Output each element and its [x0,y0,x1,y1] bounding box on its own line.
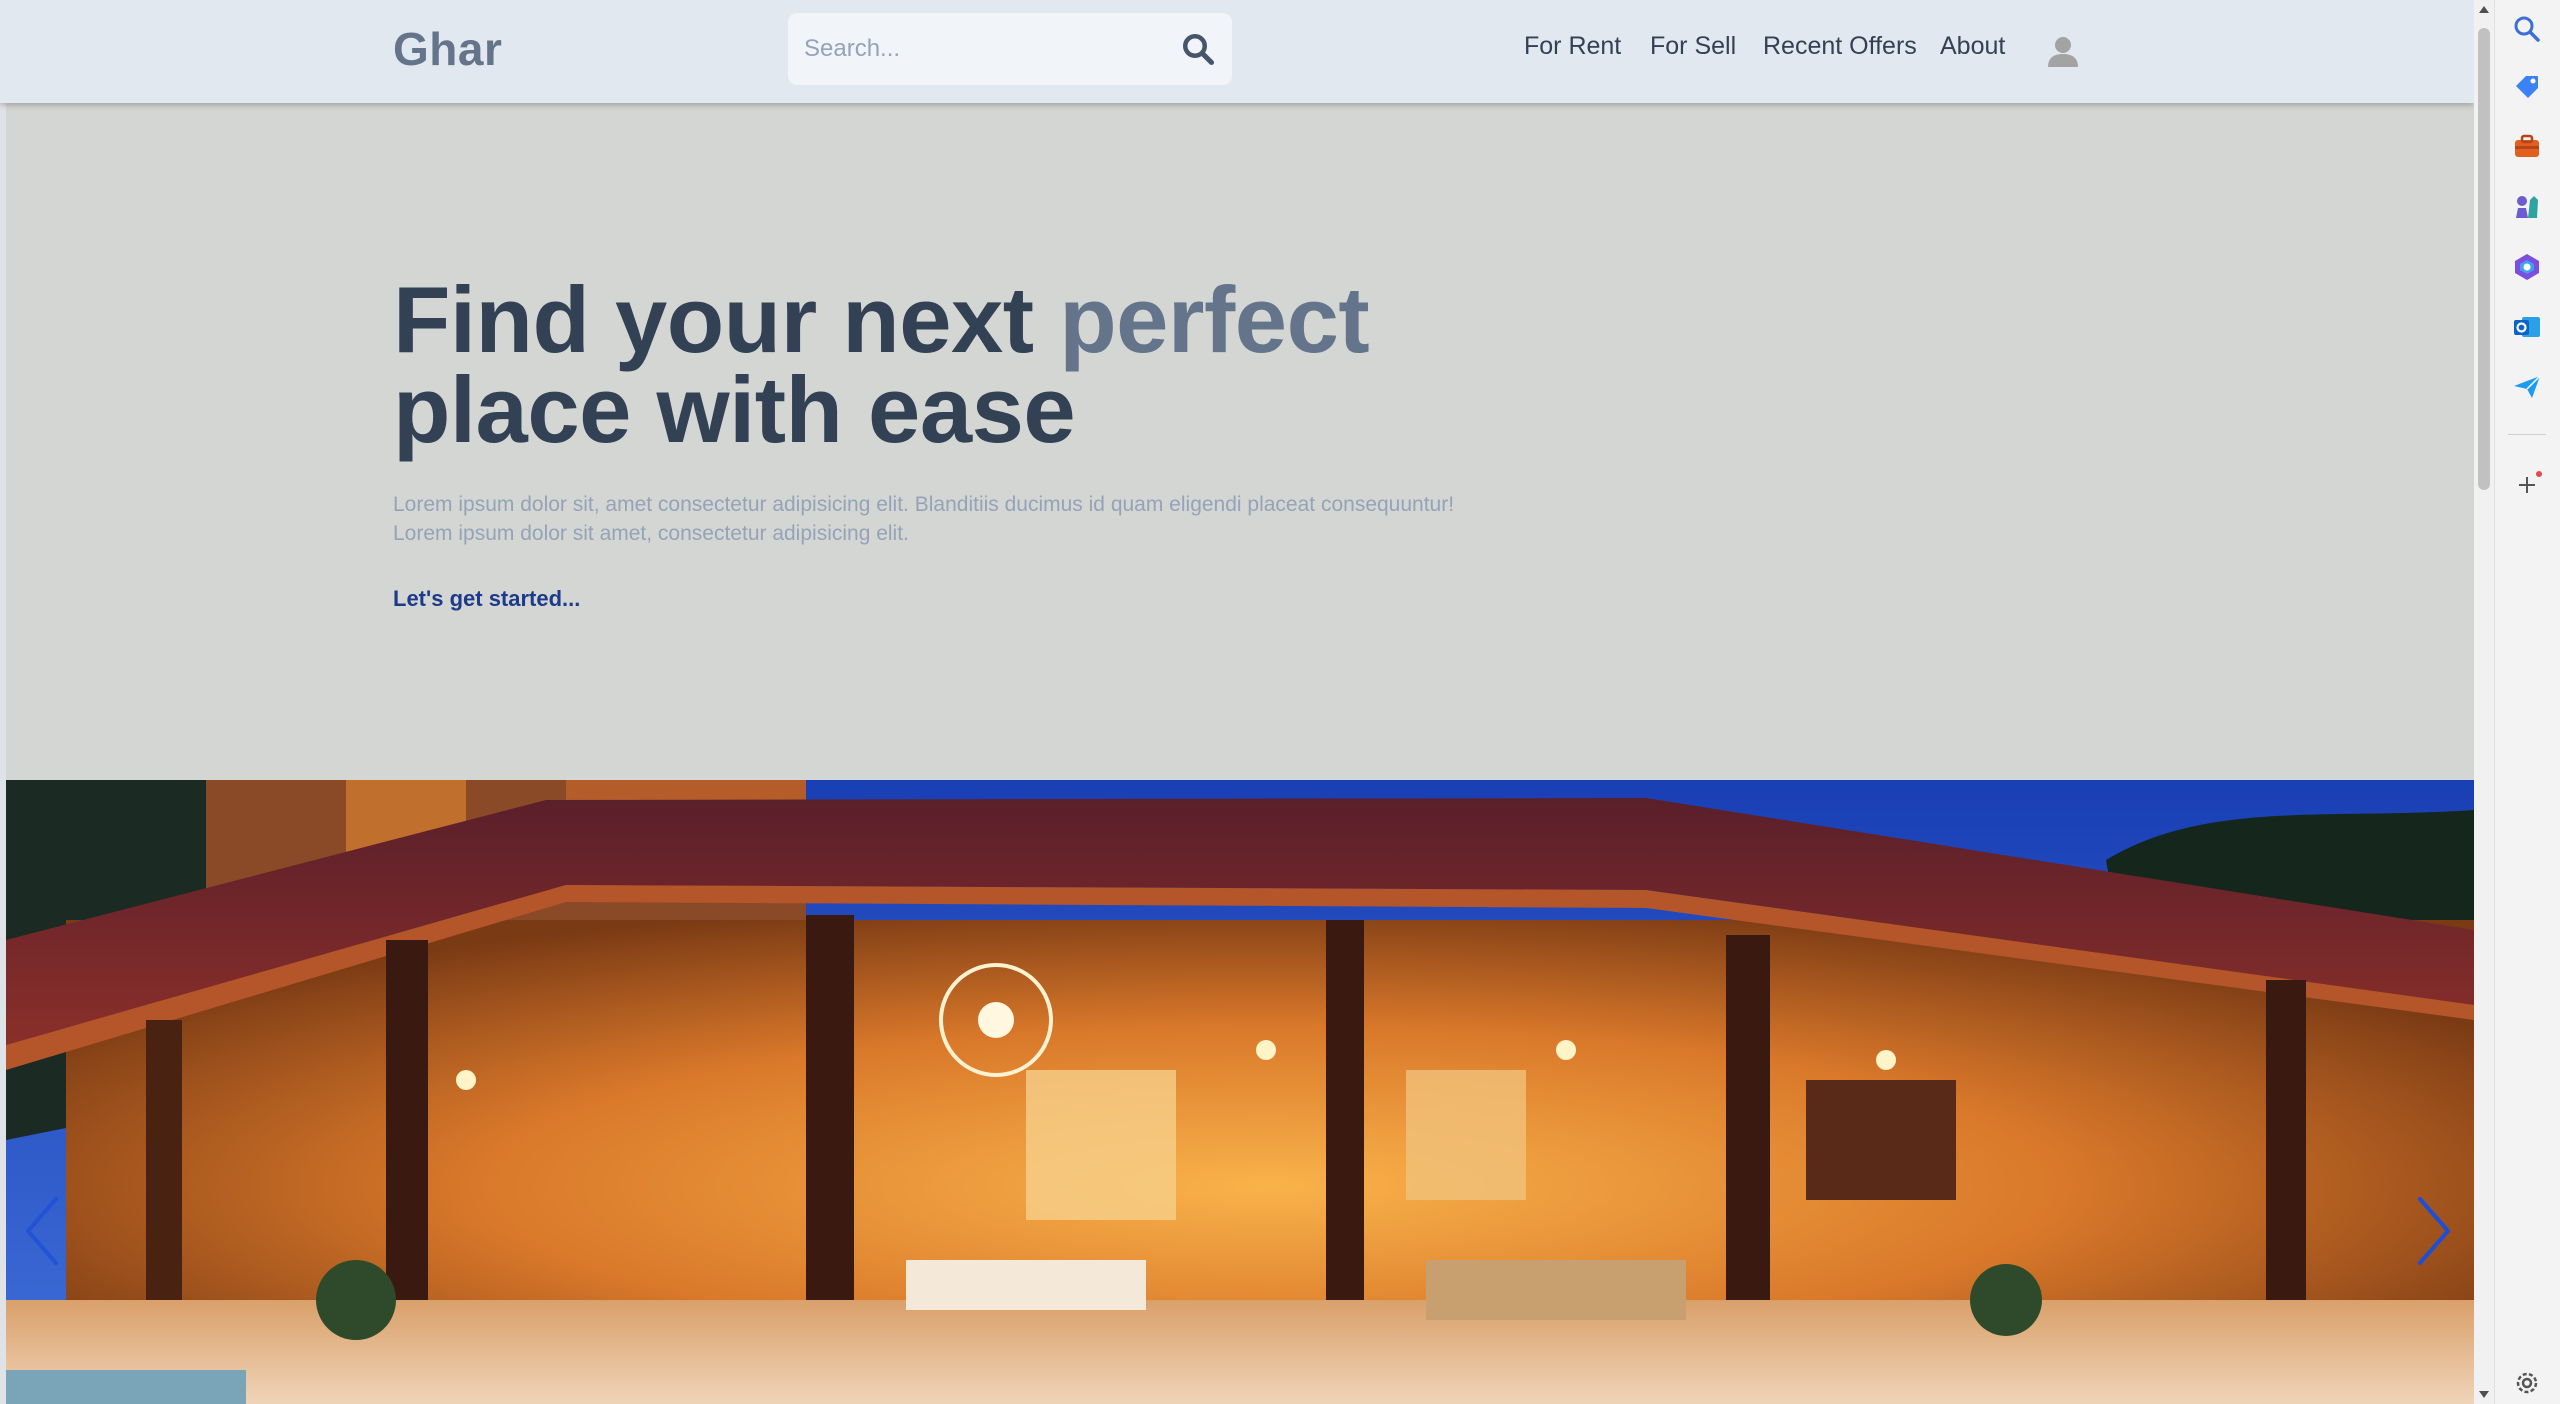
copilot-icon[interactable] [2510,250,2544,284]
add-icon[interactable] [2510,468,2544,502]
scrollbar-thumb[interactable] [2478,28,2490,490]
site-logo[interactable]: Ghar [393,22,502,76]
nav-for-rent[interactable]: For Rent [1524,32,1621,61]
get-started-link[interactable]: Let's get started... [393,586,580,612]
hero-description-line1: Lorem ipsum dolor sit, amet consectetur … [393,493,1455,516]
site-header: Ghar For Rent For Sell Recent Offers Abo… [0,0,2474,103]
hero-description: Lorem ipsum dolor sit, amet consectetur … [393,490,1513,548]
search-icon[interactable] [2510,12,2544,46]
briefcase-icon[interactable] [2510,130,2544,164]
search-icon[interactable] [1180,31,1216,67]
nav-recent-offers[interactable]: Recent Offers [1763,32,1917,61]
chess-icon[interactable] [2510,190,2544,224]
image-carousel [6,780,2474,1404]
hero-description-line2: Lorem ipsum dolor sit amet, consectetur … [393,522,909,545]
user-avatar-icon[interactable] [2045,33,2081,69]
carousel-next-button[interactable] [2412,1193,2456,1269]
nav-about[interactable]: About [1940,32,2005,61]
send-icon[interactable] [2510,370,2544,404]
sidebar-divider [2508,434,2546,435]
hero-title-part2: place with ease [393,357,1076,462]
scroll-up-arrow-icon[interactable] [2478,4,2490,16]
search-form [788,13,1232,85]
scroll-down-arrow-icon[interactable] [2478,1388,2490,1400]
outlook-icon[interactable] [2510,310,2544,344]
hero-title: Find your next perfect place with ease [393,273,1370,457]
page: Ghar For Rent For Sell Recent Offers Abo… [0,0,2474,1404]
carousel-prev-button[interactable] [20,1193,64,1269]
tag-icon[interactable] [2510,70,2544,104]
hero-title-accent: perfect [1059,267,1370,372]
settings-icon[interactable] [2510,1366,2544,1400]
search-input[interactable] [804,27,1164,71]
carousel-slide-image [6,780,2474,1404]
nav-for-sell[interactable]: For Sell [1650,32,1736,61]
